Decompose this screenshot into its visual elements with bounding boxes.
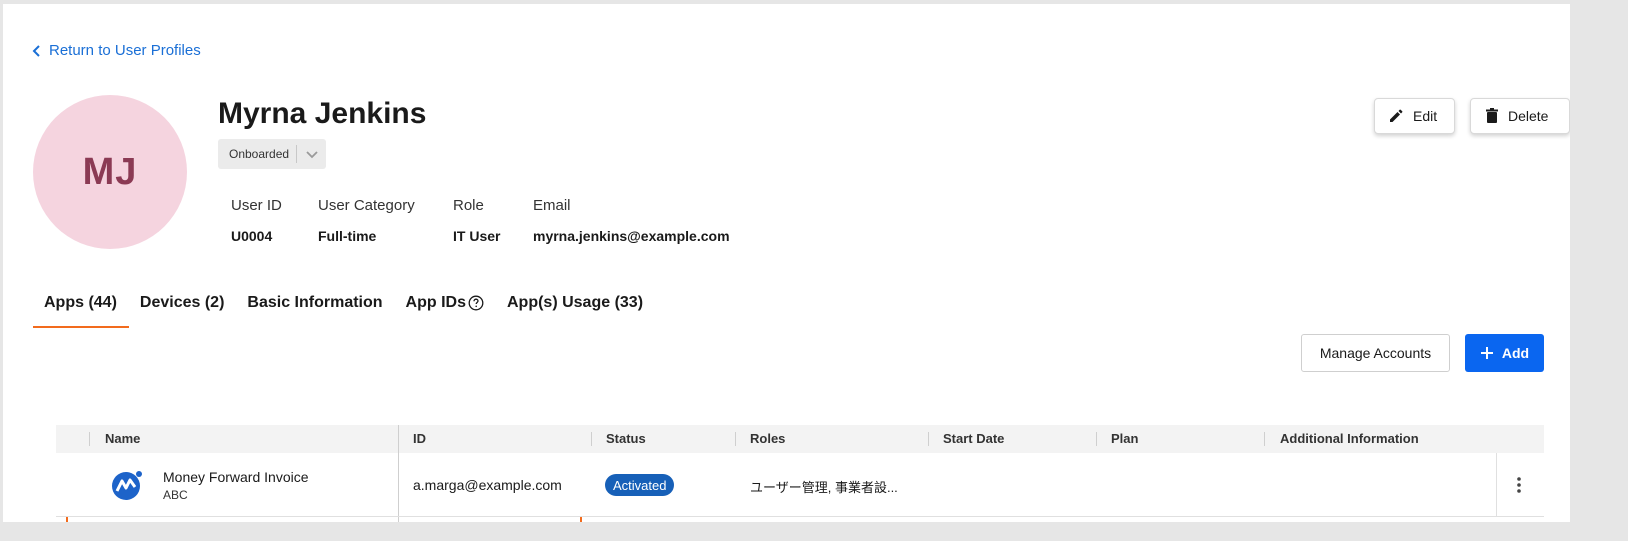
tab-app-ids-label: App IDs [405, 294, 466, 311]
user-category-value: Full-time [318, 228, 377, 244]
user-info-values: U0004 Full-time IT User myrna.jenkins@ex… [231, 228, 753, 244]
edit-button-label: Edit [1413, 108, 1438, 124]
tab-devices[interactable]: Devices (2) [129, 280, 237, 328]
tab-apps-usage-label: App(s) Usage (33) [507, 294, 644, 311]
column-divider [1264, 432, 1265, 446]
trash-icon [1486, 108, 1498, 123]
column-divider [735, 432, 736, 446]
user-id-label: User ID [231, 197, 282, 214]
app-name[interactable]: Money Forward Invoice [163, 469, 309, 485]
avatar-initials: MJ [82, 150, 138, 193]
delete-button[interactable]: Delete [1470, 98, 1570, 134]
accent-mark [580, 517, 582, 522]
pencil-icon [1390, 109, 1403, 122]
tab-apps[interactable]: Apps (44) [33, 280, 129, 328]
tab-basic-information[interactable]: Basic Information [236, 280, 394, 328]
column-header-id[interactable]: ID [413, 431, 426, 446]
tab-apps-usage[interactable]: App(s) Usage (33) [496, 280, 655, 328]
page-frame: Return to User Profiles MJ Myrna Jenkins… [3, 4, 1570, 522]
status-badge: Activated [605, 474, 675, 496]
column-header-additional-information[interactable]: Additional Information [1280, 431, 1419, 446]
tab-app-ids[interactable]: App IDs [395, 280, 496, 328]
roles-value: ユーザー管理, 事業者設... [750, 480, 898, 495]
manage-accounts-button[interactable]: Manage Accounts [1301, 334, 1450, 372]
column-header-name[interactable]: Name [105, 431, 140, 446]
email-value: myrna.jenkins@example.com [533, 228, 730, 244]
add-button-label: Add [1501, 345, 1530, 361]
chevron-left-icon [32, 44, 40, 57]
delete-button-label: Delete [1508, 108, 1549, 124]
user-info-labels: User ID User Category Role Email [231, 197, 753, 214]
user-category-label: User Category [318, 197, 415, 214]
tab-devices-label: Devices (2) [139, 294, 225, 311]
money-forward-logo [112, 471, 142, 500]
column-divider [591, 432, 592, 446]
column-header-start-date[interactable]: Start Date [943, 431, 1004, 446]
row-actions-button[interactable] [1506, 472, 1532, 498]
tab-basic-information-label: Basic Information [247, 294, 383, 311]
tab-bar: Apps (44) Devices (2) Basic Information … [33, 280, 655, 328]
help-circle-icon[interactable] [468, 295, 484, 311]
user-id-value: U0004 [231, 228, 273, 244]
column-divider [928, 432, 929, 446]
avatar: MJ [33, 95, 187, 249]
column-header-roles[interactable]: Roles [750, 431, 785, 446]
tab-apps-label: Apps (44) [44, 294, 117, 311]
app-subtitle: ABC [163, 488, 188, 502]
column-header-status[interactable]: Status [606, 431, 646, 446]
table-row[interactable]: Money Forward Invoice ABC a.marga@exampl… [56, 453, 1544, 517]
return-to-user-profiles-link[interactable]: Return to User Profiles [29, 42, 201, 59]
accent-mark [66, 517, 68, 522]
back-link-label: Return to User Profiles [49, 42, 201, 59]
edit-button[interactable]: Edit [1374, 98, 1455, 134]
column-header-plan[interactable]: Plan [1111, 431, 1138, 446]
chevron-down-icon[interactable] [297, 147, 326, 161]
column-divider [1496, 453, 1497, 517]
table-header: Name ID Status Roles Start Date Plan Add… [56, 425, 1544, 522]
status-value: Onboarded [229, 147, 290, 161]
add-button[interactable]: Add [1465, 334, 1544, 372]
apps-table: Name ID Status Roles Start Date Plan Add… [56, 425, 1544, 522]
role-label: Role [453, 197, 484, 214]
status-dropdown[interactable]: Onboarded [218, 139, 326, 169]
column-divider [1096, 432, 1097, 446]
account-id: a.marga@example.com [413, 477, 562, 493]
email-label: Email [533, 197, 571, 214]
role-value: IT User [453, 228, 501, 244]
page-title: Myrna Jenkins [218, 97, 427, 130]
plus-icon [1480, 347, 1493, 359]
more-vertical-icon [1517, 477, 1521, 493]
column-divider [89, 432, 90, 446]
